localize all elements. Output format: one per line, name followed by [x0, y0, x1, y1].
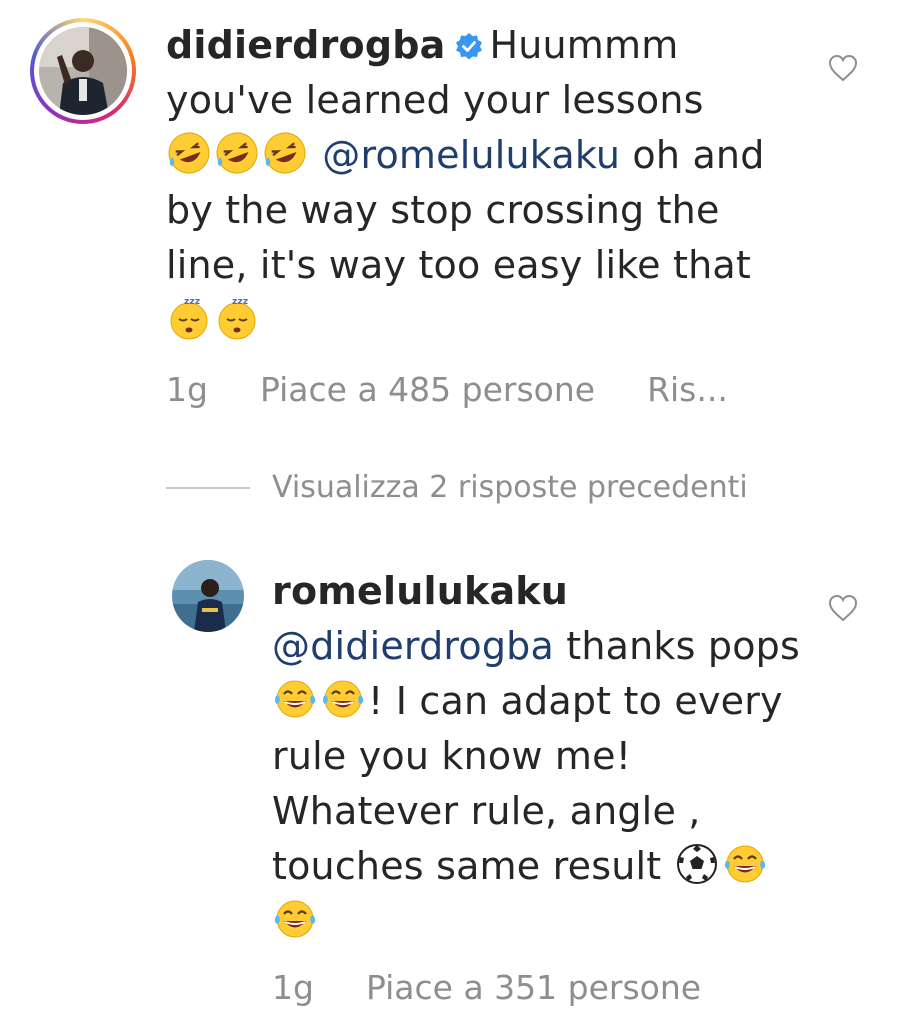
- rolling-on-floor-laughing-icon: [264, 132, 306, 174]
- view-previous-replies[interactable]: Visualizza 2 risposte precedenti: [166, 470, 748, 505]
- rolling-on-floor-laughing-icon: [168, 132, 210, 174]
- avatar-romelulukaku[interactable]: [172, 560, 244, 632]
- like-heart-icon[interactable]: [828, 54, 858, 82]
- face-with-tears-of-joy-icon: [724, 845, 765, 883]
- avatar-didierdrogba[interactable]: [39, 27, 127, 115]
- view-replies-label: Visualizza 2 risposte precedenti: [272, 470, 748, 505]
- reply-button[interactable]: Ris...: [647, 370, 728, 409]
- svg-text:zzz: zzz: [232, 297, 248, 307]
- username-didierdrogba[interactable]: didierdrogba: [166, 23, 445, 67]
- story-ring[interactable]: [30, 18, 136, 124]
- mention-didierdrogba[interactable]: @didierdrogba: [272, 624, 554, 668]
- mention-romelulukaku[interactable]: @romelulukaku: [322, 133, 620, 177]
- reply-body-1: thanks pops: [553, 624, 800, 668]
- like-heart-icon[interactable]: [828, 594, 858, 622]
- face-with-tears-of-joy-icon: [322, 680, 364, 718]
- reply-text: romelulukaku @didierdrogba thanks pops !…: [272, 564, 812, 949]
- username-romelulukaku[interactable]: romelulukaku: [272, 569, 568, 613]
- face-with-tears-of-joy-icon: [274, 680, 316, 718]
- face-with-tears-of-joy-icon: [274, 900, 316, 938]
- comment-text: didierdrogba Huummm you've learned your l…: [166, 18, 806, 348]
- sleeping-face-icon: zzz: [170, 297, 208, 340]
- soccer-ball-icon: [676, 844, 717, 884]
- reply-time: 1g: [272, 968, 314, 1007]
- comment-meta: 1g Piace a 485 persone Ris...: [166, 370, 780, 409]
- likes-count[interactable]: Piace a 351 persone: [366, 968, 701, 1007]
- comment-time: 1g: [166, 370, 208, 409]
- reply-meta: 1g Piace a 351 persone: [272, 968, 753, 1007]
- replies-divider: [166, 486, 250, 489]
- rolling-on-floor-laughing-icon: [216, 132, 258, 174]
- verified-badge-icon: [456, 33, 483, 60]
- sleeping-face-icon: zzz: [218, 297, 256, 340]
- svg-text:zzz: zzz: [184, 297, 200, 307]
- likes-count[interactable]: Piace a 485 persone: [260, 370, 595, 409]
